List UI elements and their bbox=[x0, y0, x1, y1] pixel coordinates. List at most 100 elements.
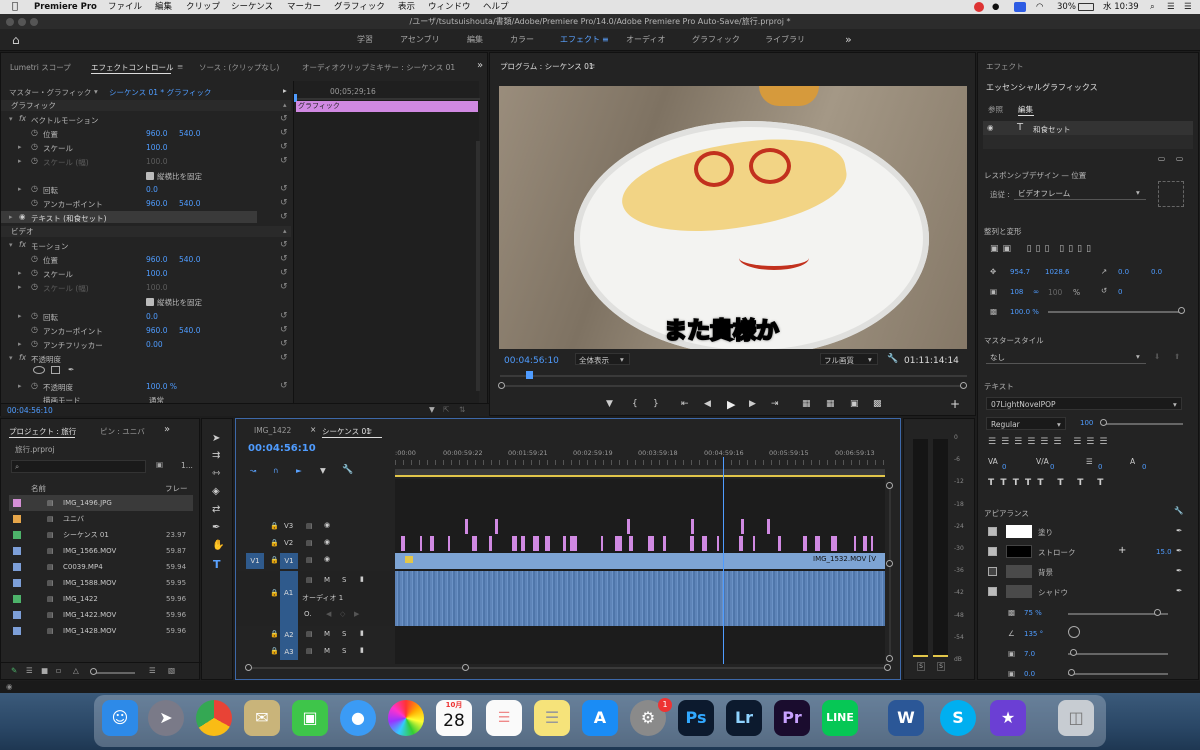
sync-lock-icon[interactable]: ▤ bbox=[306, 576, 313, 584]
project-item[interactable]: #e6a64a ▤ ユニバ bbox=[9, 511, 193, 527]
anchor-y-value[interactable]: 0.0 bbox=[1151, 268, 1162, 276]
camera-icon[interactable]: ▣ bbox=[850, 399, 859, 409]
fill-swatch[interactable] bbox=[1006, 525, 1032, 538]
label-color-chip[interactable]: #7d9fd8 bbox=[13, 579, 21, 587]
pencil-icon[interactable]: ✎ bbox=[11, 666, 17, 675]
graphic-clip[interactable] bbox=[767, 519, 770, 534]
layer-row[interactable]: ◉ T 和食セット bbox=[983, 121, 1193, 135]
volume-icon[interactable]: O. bbox=[304, 610, 311, 618]
slip-tool-icon[interactable]: ⇄ bbox=[212, 504, 220, 515]
scale-value[interactable]: 100.0 bbox=[146, 143, 167, 152]
scroll-handle[interactable] bbox=[462, 664, 469, 671]
app-menu[interactable]: Premiere Pro bbox=[34, 0, 97, 14]
panel-menu-icon[interactable]: ≡ bbox=[366, 426, 372, 435]
tab-source[interactable]: ソース : (クリップなし) bbox=[199, 62, 279, 73]
play-only-icon[interactable]: ▸ bbox=[283, 86, 287, 95]
fill-checkbox[interactable] bbox=[988, 527, 997, 536]
program-playhead[interactable] bbox=[526, 371, 533, 379]
graphic-clip[interactable] bbox=[691, 519, 694, 534]
expand-icon[interactable]: ▸ bbox=[18, 157, 22, 165]
project-item[interactable]: #7d9fd8 ▤ IMG_1588.MOV 59.95 bbox=[9, 575, 193, 591]
pin-to-edges-widget[interactable] bbox=[1158, 181, 1184, 207]
graphic-clip[interactable] bbox=[533, 536, 539, 551]
lock-icon[interactable]: 🔒 bbox=[270, 589, 279, 597]
reset-icon[interactable]: ↺ bbox=[280, 254, 288, 264]
skype-icon[interactable]: S bbox=[940, 700, 976, 736]
add-stroke-icon[interactable]: + bbox=[1118, 545, 1126, 556]
finder-icon[interactable]: ☺ bbox=[102, 700, 138, 736]
lightroom-icon[interactable]: Lr bbox=[726, 700, 762, 736]
step-back-icon[interactable]: ◀ bbox=[704, 399, 711, 409]
stopwatch-icon[interactable]: ◷ bbox=[31, 128, 38, 137]
graphic-clip[interactable] bbox=[648, 536, 654, 551]
graphic-clip[interactable] bbox=[615, 536, 622, 551]
sync-lock-icon[interactable]: ▤ bbox=[306, 556, 313, 564]
graphic-clip[interactable] bbox=[465, 519, 468, 534]
workspace-menu-icon[interactable]: ≡ bbox=[602, 29, 609, 51]
lock-icon[interactable]: 🔒 bbox=[270, 556, 279, 564]
minimize-window-button[interactable] bbox=[18, 18, 26, 26]
extension-icon[interactable]: ● bbox=[992, 0, 999, 14]
timeline-playhead[interactable] bbox=[723, 457, 725, 664]
reset-icon[interactable]: ↺ bbox=[280, 114, 288, 124]
workspace-audio[interactable]: オーディオ bbox=[626, 29, 665, 51]
scale-height-value[interactable]: 100 bbox=[1048, 288, 1062, 297]
font-size-slider-knob[interactable] bbox=[1100, 419, 1107, 426]
photoshop-icon[interactable]: Ps bbox=[678, 700, 714, 736]
project-item[interactable]: #7d9fd8 ▤ IMG_1428.MOV 59.96 bbox=[9, 623, 193, 639]
shadow-distance-slider-track[interactable] bbox=[1068, 653, 1168, 655]
reset-icon[interactable]: ↺ bbox=[280, 240, 288, 250]
expand-icon[interactable]: ▸ bbox=[18, 269, 22, 277]
shadow-distance-value[interactable]: 7.0 bbox=[1024, 650, 1035, 658]
shadow-blur-value[interactable]: 0.0 bbox=[1024, 670, 1035, 678]
graphic-clip[interactable] bbox=[448, 536, 450, 551]
notes-icon[interactable]: ☰ bbox=[534, 700, 570, 736]
microphone-icon[interactable]: ▮ bbox=[360, 575, 364, 583]
motion-scale-value[interactable]: 100.0 bbox=[146, 269, 167, 278]
sync-lock-icon[interactable]: ▤ bbox=[306, 522, 313, 530]
eye-icon[interactable]: ◉ bbox=[324, 521, 330, 529]
timeline-horizontal-scroll[interactable] bbox=[248, 667, 884, 669]
eyedropper-icon[interactable]: ✒ bbox=[1176, 546, 1182, 555]
chevron-down-icon[interactable]: ▾ bbox=[94, 87, 98, 96]
close-tab-icon[interactable]: × bbox=[310, 425, 316, 434]
facetime-icon[interactable]: ▣ bbox=[292, 700, 328, 736]
workspace-learn[interactable]: 学習 bbox=[357, 29, 373, 51]
zoom-bar-right-handle[interactable] bbox=[960, 382, 967, 389]
line-icon[interactable]: LINE bbox=[822, 700, 858, 736]
reset-icon[interactable]: ↺ bbox=[280, 325, 288, 335]
graphic-clip[interactable] bbox=[472, 536, 477, 551]
opacity-slider-knob[interactable] bbox=[1178, 307, 1185, 314]
label-color-chip[interactable]: #e6a64a bbox=[13, 515, 21, 523]
program-zoom-bar[interactable] bbox=[500, 385, 967, 387]
graphic-clip[interactable] bbox=[690, 536, 694, 551]
panel-menu-icon[interactable]: ≡ bbox=[589, 61, 595, 70]
leading-value[interactable]: 0 bbox=[1098, 463, 1102, 471]
reset-icon[interactable]: ↺ bbox=[280, 381, 288, 391]
graphic-clip-bar[interactable]: グラフィック bbox=[296, 101, 478, 112]
work-area-bar[interactable] bbox=[395, 469, 885, 477]
menu-view[interactable]: 表示 bbox=[398, 0, 415, 14]
play-icon[interactable]: ▶ bbox=[727, 398, 735, 411]
go-to-in-icon[interactable]: ⇤ bbox=[681, 399, 689, 409]
expand-icon[interactable]: ▸ bbox=[18, 340, 22, 348]
pen-tool-icon[interactable]: ✒ bbox=[212, 522, 220, 533]
menu-file[interactable]: ファイル bbox=[108, 0, 142, 14]
graphic-clip[interactable] bbox=[629, 536, 633, 551]
workspace-color[interactable]: カラー bbox=[510, 29, 534, 51]
microphone-icon[interactable]: ▮ bbox=[360, 646, 364, 654]
motion-lock-ratio-checkbox[interactable] bbox=[146, 298, 154, 306]
label-color-chip[interactable]: #4db36a bbox=[13, 531, 21, 539]
sequence-clip-label[interactable]: シーケンス 01 * グラフィック bbox=[109, 87, 211, 98]
search-icon[interactable]: ⌕ bbox=[1150, 0, 1155, 14]
launchpad-icon[interactable]: ➤ bbox=[148, 700, 184, 736]
export-icon[interactable]: ⇱ bbox=[443, 405, 449, 414]
align-buttons-row[interactable]: ▣▣ ▯▯▯ ▯▯▯▯ bbox=[990, 244, 1190, 256]
settings-icon[interactable]: ⇅ bbox=[459, 405, 465, 414]
icon-view-icon[interactable]: ■ bbox=[41, 666, 48, 675]
motion-position-y[interactable]: 540.0 bbox=[179, 255, 200, 264]
zoom-dropdown[interactable]: 全体表示 ▾ bbox=[575, 353, 630, 365]
position-y-value[interactable]: 540.0 bbox=[179, 129, 200, 138]
sync-lock-icon[interactable]: ▤ bbox=[306, 647, 313, 655]
add-button-icon[interactable]: + bbox=[950, 397, 960, 411]
